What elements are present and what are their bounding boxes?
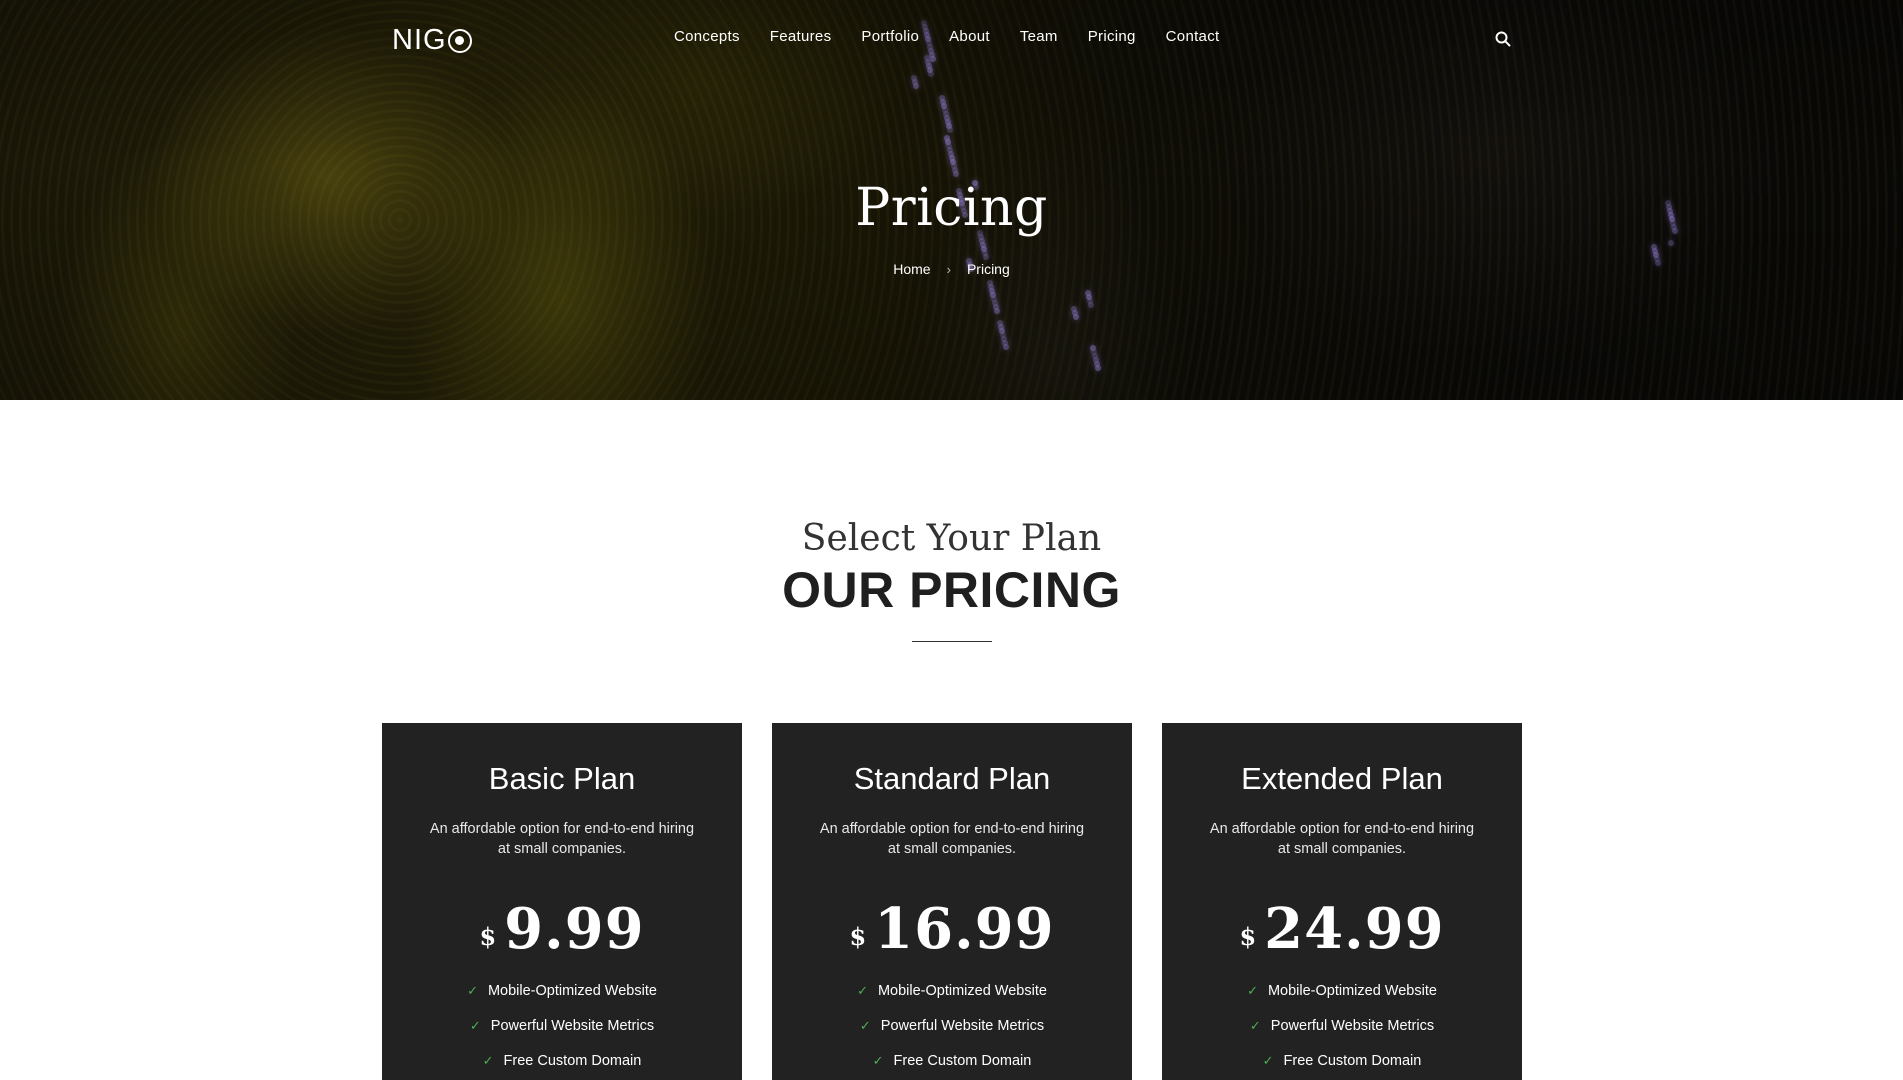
- breadcrumb-separator: ›: [946, 261, 951, 277]
- feature-item: ✓ Free Custom Domain: [772, 1043, 1132, 1078]
- check-icon: ✓: [1247, 983, 1258, 998]
- price-currency: $: [479, 922, 497, 951]
- plan-features: ✓ Mobile-Optimized Website ✓ Powerful Webs…: [772, 973, 1132, 1078]
- section-heading: OUR PRICING: [782, 562, 1121, 618]
- page: NIG Concepts Features Portfolio About Te…: [0, 0, 1903, 1080]
- pricing-section-header: Select Your Plan OUR PRICING: [0, 518, 1903, 619]
- check-icon: ✓: [859, 1018, 871, 1033]
- feature-label: Powerful Website Metrics: [1270, 1018, 1435, 1034]
- pricing-card-standard: Standard Plan An affordable option for e…: [772, 723, 1132, 1080]
- feature-label: Free Custom Domain: [1283, 1053, 1422, 1069]
- plan-features: ✓ Mobile-Optimized Website ✓ Powerful Webs…: [1162, 973, 1522, 1078]
- feature-item: ✓ Powerful Website Metrics: [1162, 1008, 1522, 1043]
- price-amount: 24.99: [1264, 896, 1445, 962]
- feature-item: ✓ Mobile-Optimized Website: [772, 973, 1132, 1008]
- plan-description: An affordable option for end-to-end hiri…: [819, 821, 1085, 857]
- pricing-card-extended: Extended Plan An affordable option for e…: [1162, 723, 1522, 1080]
- hero-banner: NIG Concepts Features Portfolio About Te…: [0, 0, 1903, 400]
- feature-item: ✓ Mobile-Optimized Website: [382, 973, 742, 1008]
- breadcrumb-home-link[interactable]: Home: [893, 261, 930, 277]
- logo-text: NIG: [392, 24, 447, 56]
- plan-features: ✓ Mobile-Optimized Website ✓ Powerful Webs…: [382, 973, 742, 1078]
- nav-item-concepts[interactable]: Concepts: [674, 28, 740, 45]
- plan-price: $ 24.99: [1162, 899, 1522, 959]
- plan-name: Standard Plan: [853, 761, 1051, 796]
- feature-item: ✓ Free Custom Domain: [382, 1043, 742, 1078]
- plan-name: Extended Plan: [1241, 761, 1443, 796]
- section-divider: [912, 641, 992, 642]
- breadcrumb-current: Pricing: [966, 261, 1010, 277]
- plan-price: $ 16.99: [772, 899, 1132, 959]
- site-logo[interactable]: NIG: [392, 24, 472, 57]
- nav-item-about[interactable]: About: [949, 28, 990, 45]
- check-icon: ✓: [482, 1053, 494, 1068]
- feature-item: ✓ Powerful Website Metrics: [382, 1008, 742, 1043]
- check-icon: ✓: [469, 1018, 481, 1033]
- page-title: Pricing: [855, 178, 1048, 238]
- price-currency: $: [1239, 922, 1257, 951]
- breadcrumb: Home › Pricing: [0, 261, 1903, 277]
- check-icon: ✓: [467, 983, 478, 998]
- nav-item-contact[interactable]: Contact: [1166, 28, 1220, 45]
- check-icon: ✓: [1249, 1018, 1261, 1033]
- feature-label: Free Custom Domain: [503, 1053, 642, 1069]
- nav-item-pricing[interactable]: Pricing: [1088, 28, 1136, 45]
- plan-description: An affordable option for end-to-end hiri…: [429, 821, 695, 857]
- check-icon: ✓: [857, 983, 868, 998]
- feature-label: Free Custom Domain: [893, 1053, 1032, 1069]
- logo-circle-icon: [447, 28, 472, 53]
- feature-item: ✓ Free Custom Domain: [1162, 1043, 1522, 1078]
- main-menu: Concepts Features Portfolio About Team P…: [674, 28, 1249, 45]
- pricing-cards: Basic Plan An affordable option for end-…: [382, 723, 1522, 1080]
- feature-item: ✓ Mobile-Optimized Website: [1162, 973, 1522, 1008]
- feature-label: Mobile-Optimized Website: [1267, 983, 1437, 999]
- pricing-card-basic: Basic Plan An affordable option for end-…: [382, 723, 742, 1080]
- price-amount: 9.99: [504, 896, 645, 962]
- search-button[interactable]: [1494, 30, 1512, 48]
- plan-description: An affordable option for end-to-end hiri…: [1209, 821, 1475, 857]
- plan-name: Basic Plan: [488, 761, 636, 796]
- nav-item-features[interactable]: Features: [770, 28, 832, 45]
- search-icon: [1495, 31, 1511, 47]
- feature-label: Mobile-Optimized Website: [877, 983, 1047, 999]
- plan-price: $ 9.99: [382, 899, 742, 959]
- nav-item-team[interactable]: Team: [1020, 28, 1058, 45]
- feature-label: Powerful Website Metrics: [880, 1018, 1045, 1034]
- feature-label: Mobile-Optimized Website: [487, 983, 657, 999]
- check-icon: ✓: [872, 1053, 884, 1068]
- price-amount: 16.99: [874, 896, 1055, 962]
- feature-item: ✓ Powerful Website Metrics: [772, 1008, 1132, 1043]
- feature-label: Powerful Website Metrics: [490, 1018, 655, 1034]
- check-icon: ✓: [1262, 1053, 1274, 1068]
- top-navbar: NIG Concepts Features Portfolio About Te…: [0, 0, 1903, 78]
- section-subtitle: Select Your Plan: [801, 518, 1102, 559]
- nav-item-portfolio[interactable]: Portfolio: [861, 28, 919, 45]
- price-currency: $: [849, 922, 867, 951]
